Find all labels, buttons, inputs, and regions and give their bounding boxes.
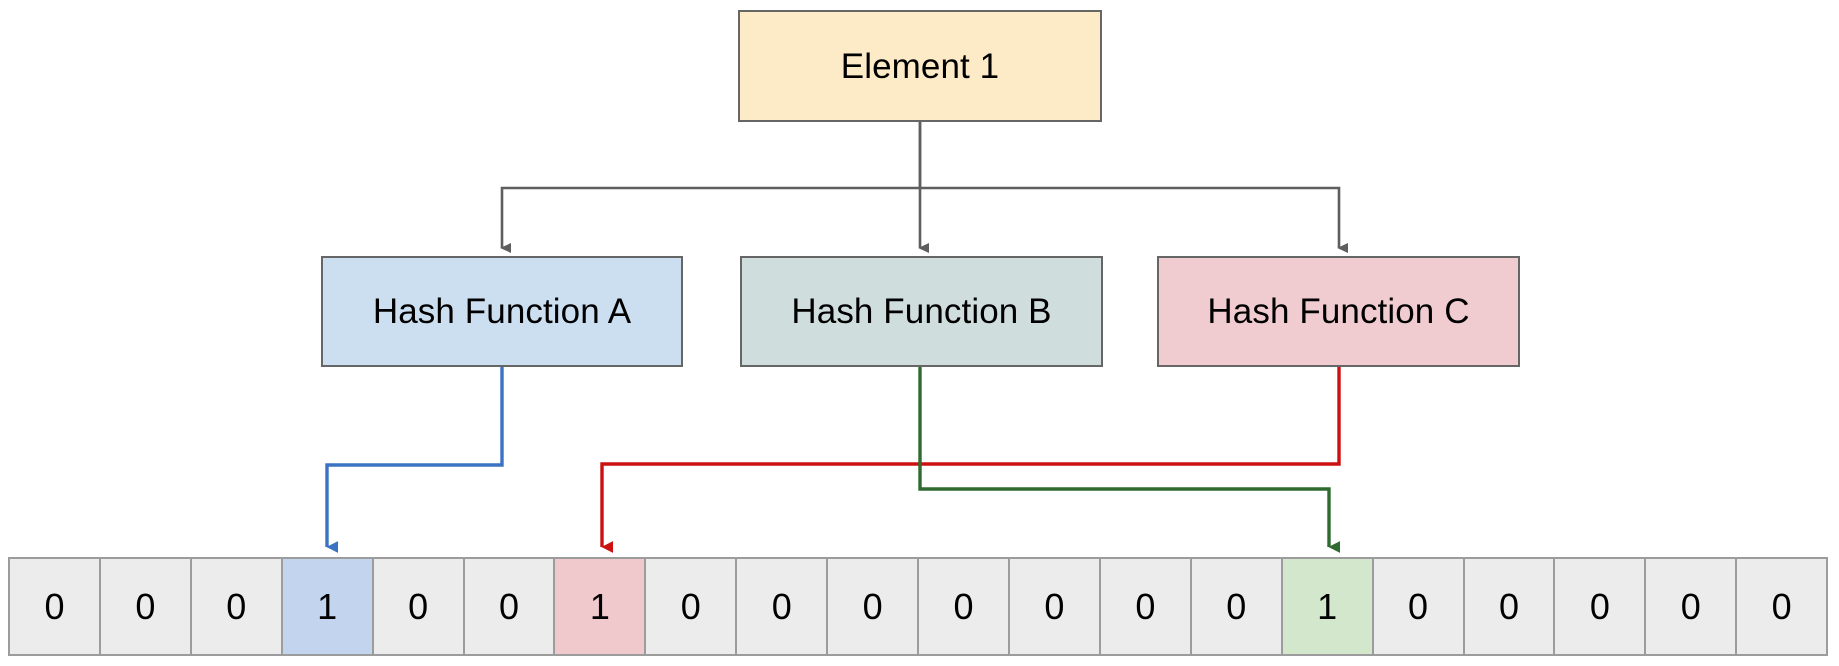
bit-array: 00010010000000100000: [8, 557, 1828, 656]
bit-cell-5[interactable]: 0: [464, 559, 556, 654]
bit-cell-12[interactable]: 0: [1100, 559, 1192, 654]
hash-function-b-label: Hash Function B: [791, 292, 1052, 331]
bit-cell-11[interactable]: 0: [1009, 559, 1101, 654]
bit-cell-9[interactable]: 0: [828, 559, 920, 654]
bit-cell-15[interactable]: 0: [1373, 559, 1465, 654]
edge-element-to-hash-c: [920, 186, 1339, 248]
bit-cell-10[interactable]: 0: [919, 559, 1010, 654]
edge-hash-c-to-bit-6: [600, 367, 1341, 553]
bit-cell-4[interactable]: 0: [373, 559, 465, 654]
hash-function-b-node[interactable]: Hash Function B: [740, 256, 1103, 367]
element-node[interactable]: Element 1: [738, 10, 1102, 122]
bit-cell-1[interactable]: 0: [100, 559, 192, 654]
edge-hash-b-to-bit-14: [918, 367, 1340, 553]
bit-cell-14[interactable]: 1: [1282, 559, 1374, 654]
bit-cell-18[interactable]: 0: [1646, 559, 1738, 654]
bit-cell-13[interactable]: 0: [1191, 559, 1283, 654]
edge-element-to-hash-a: [502, 122, 922, 248]
bit-cell-16[interactable]: 0: [1464, 559, 1556, 654]
hash-function-a-node[interactable]: Hash Function A: [321, 256, 683, 367]
bit-cell-3[interactable]: 1: [282, 559, 374, 654]
bit-cell-2[interactable]: 0: [191, 559, 283, 654]
hash-function-c-label: Hash Function C: [1207, 292, 1470, 331]
edge-hash-a-to-bit-3: [325, 367, 504, 553]
bit-cell-8[interactable]: 0: [737, 559, 829, 654]
bit-cell-17[interactable]: 0: [1555, 559, 1647, 654]
bit-cell-0[interactable]: 0: [10, 559, 101, 654]
bit-cell-6[interactable]: 1: [555, 559, 647, 654]
bit-cell-19[interactable]: 0: [1737, 559, 1827, 654]
diagram-canvas: Element 1 Hash Function A Hash Function …: [0, 0, 1839, 666]
bit-cell-7[interactable]: 0: [646, 559, 738, 654]
element-node-label: Element 1: [840, 46, 1000, 86]
hash-function-a-label: Hash Function A: [372, 292, 632, 331]
hash-function-c-node[interactable]: Hash Function C: [1157, 256, 1520, 367]
